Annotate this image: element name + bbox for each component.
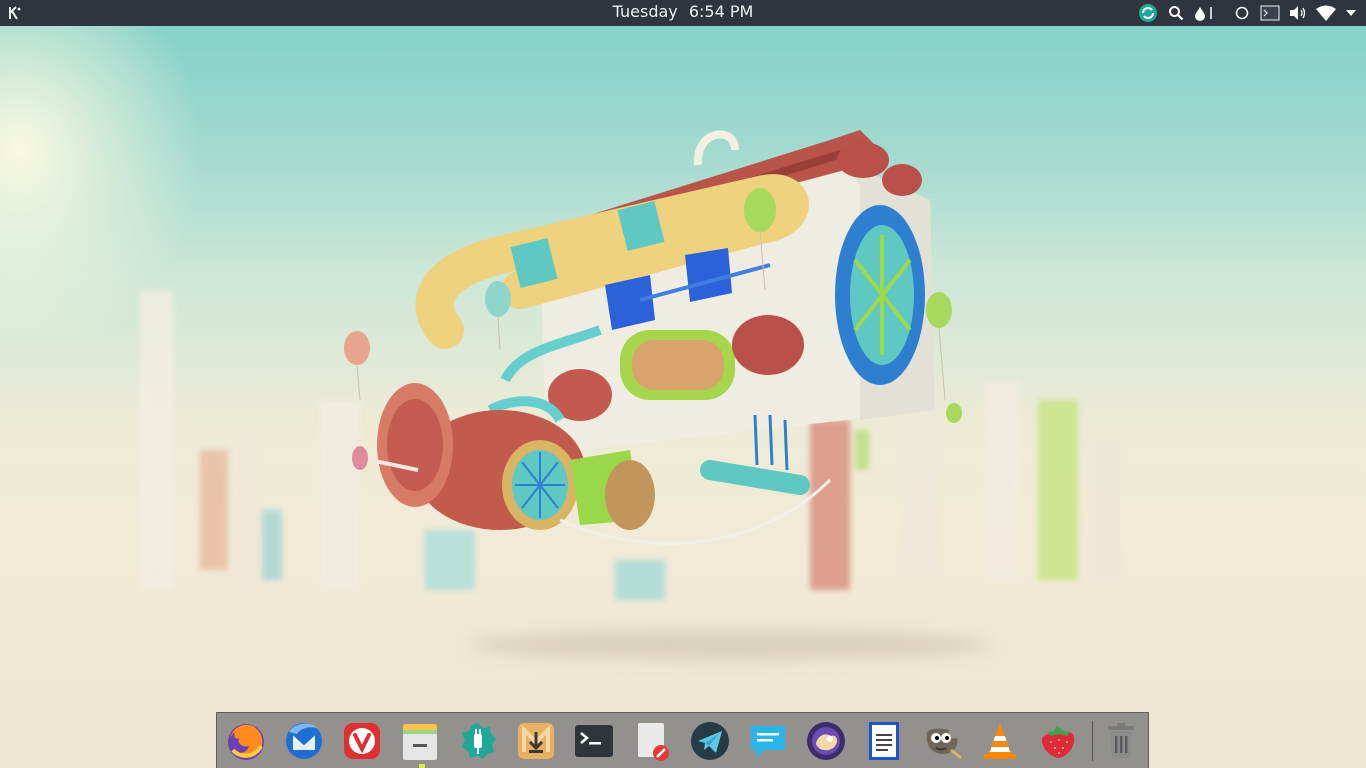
text-editor-icon[interactable]	[629, 718, 675, 764]
wifi-icon[interactable]	[1316, 3, 1336, 23]
volume-icon[interactable]	[1288, 3, 1308, 23]
telegram-icon[interactable]	[687, 718, 733, 764]
download-icon[interactable]	[513, 718, 559, 764]
dock-separator	[1092, 721, 1093, 761]
trash-icon[interactable]	[1098, 718, 1144, 764]
persepolis-icon[interactable]	[803, 718, 849, 764]
clock-day: Tuesday	[612, 2, 678, 21]
circle-icon[interactable]	[1232, 3, 1252, 23]
system-tray	[1138, 3, 1358, 23]
firefox-icon[interactable]	[223, 718, 269, 764]
top-panel: Tuesday 6:54 PM	[0, 0, 1366, 26]
terminal-icon[interactable]	[1260, 3, 1280, 23]
file-manager-icon[interactable]	[397, 718, 443, 764]
settings-plug-icon[interactable]	[455, 718, 501, 764]
drop-icon[interactable]	[1194, 3, 1224, 23]
search-icon[interactable]	[1166, 3, 1186, 23]
desktop-wallpaper	[0, 0, 1366, 768]
document-icon[interactable]	[861, 718, 907, 764]
thunderbird-icon[interactable]	[281, 718, 327, 764]
sync-icon[interactable]	[1138, 3, 1158, 23]
kde-menu-icon[interactable]	[5, 3, 25, 23]
chat-icon[interactable]	[745, 718, 791, 764]
terminal-icon[interactable]	[571, 718, 617, 764]
vlc-icon[interactable]	[977, 718, 1023, 764]
gimp-icon[interactable]	[919, 718, 965, 764]
floating-machine-illustration	[344, 130, 962, 545]
vivaldi-icon[interactable]	[339, 718, 385, 764]
strawberry-icon[interactable]	[1035, 718, 1081, 764]
clock-time: 6:54 PM	[688, 2, 754, 21]
active-app-indicator	[419, 764, 425, 768]
chevron-down-icon[interactable]	[1344, 3, 1358, 23]
dock	[216, 712, 1149, 768]
